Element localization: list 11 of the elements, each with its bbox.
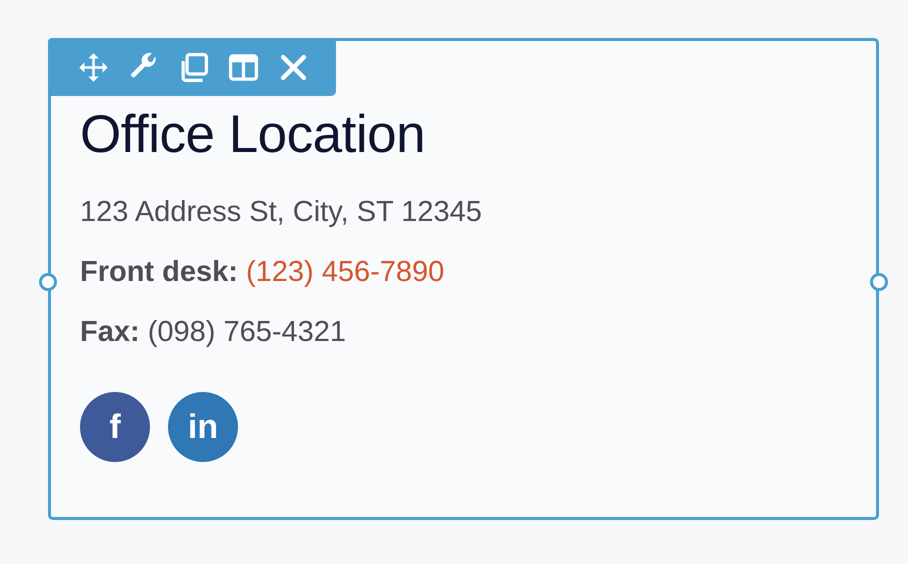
resize-handle[interactable]	[39, 273, 57, 291]
move-icon	[78, 52, 109, 82]
linkedin-icon[interactable]: in	[168, 392, 238, 462]
address-text: 123 Address St, City, ST 12345	[80, 195, 483, 230]
phone-link[interactable]: (123) 456-7890	[246, 256, 444, 288]
contact-line: Fax: (098) 765-4321	[80, 315, 348, 350]
resize-handle[interactable]	[870, 273, 888, 291]
card-title: Office Location	[80, 104, 426, 166]
columns-icon	[228, 52, 259, 82]
contact-line: Front desk: (123) 456-7890	[80, 255, 446, 290]
facebook-icon[interactable]: f	[80, 392, 150, 462]
